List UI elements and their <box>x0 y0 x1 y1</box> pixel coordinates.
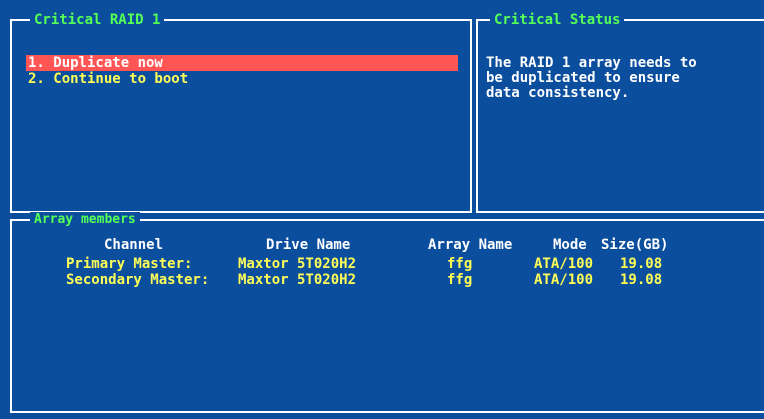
table-cell-mode: ATA/100 <box>534 272 594 288</box>
column-header-drive-name: Drive Name <box>266 237 351 253</box>
table-cell-array: ffg <box>447 256 473 272</box>
critical-status-message: The RAID 1 array needs to be duplicated … <box>486 55 697 101</box>
table-cell-channel: Secondary Master: <box>66 272 210 288</box>
critical-raid-title: Critical RAID 1 <box>30 12 165 28</box>
table-cell-size: 19.08 <box>620 256 663 272</box>
column-header-size: Size(GB) <box>601 237 669 253</box>
table-cell-channel: Primary Master: <box>66 256 193 272</box>
critical-status-panel: Critical Status <box>476 12 764 213</box>
menu-item-duplicate-now[interactable]: 1. Duplicate now <box>26 55 458 71</box>
menu-item-continue-to-boot[interactable]: 2. Continue to boot <box>26 71 458 87</box>
table-cell-mode: ATA/100 <box>534 256 594 272</box>
raid-bios-screen: { "colors": { "background": "#0b4e9e", "… <box>0 0 764 419</box>
column-header-mode: Mode <box>553 237 587 253</box>
table-cell-drive: Maxtor 5T020H2 <box>238 272 357 288</box>
table-cell-array: ffg <box>447 272 473 288</box>
column-header-channel: Channel <box>104 237 164 253</box>
critical-raid-panel: Critical RAID 1 <box>10 12 472 213</box>
column-header-array-name: Array Name <box>428 237 513 253</box>
critical-status-title: Critical Status <box>490 12 625 28</box>
array-members-title: Array members <box>30 212 140 228</box>
table-cell-size: 19.08 <box>620 272 663 288</box>
table-cell-drive: Maxtor 5T020H2 <box>238 256 357 272</box>
